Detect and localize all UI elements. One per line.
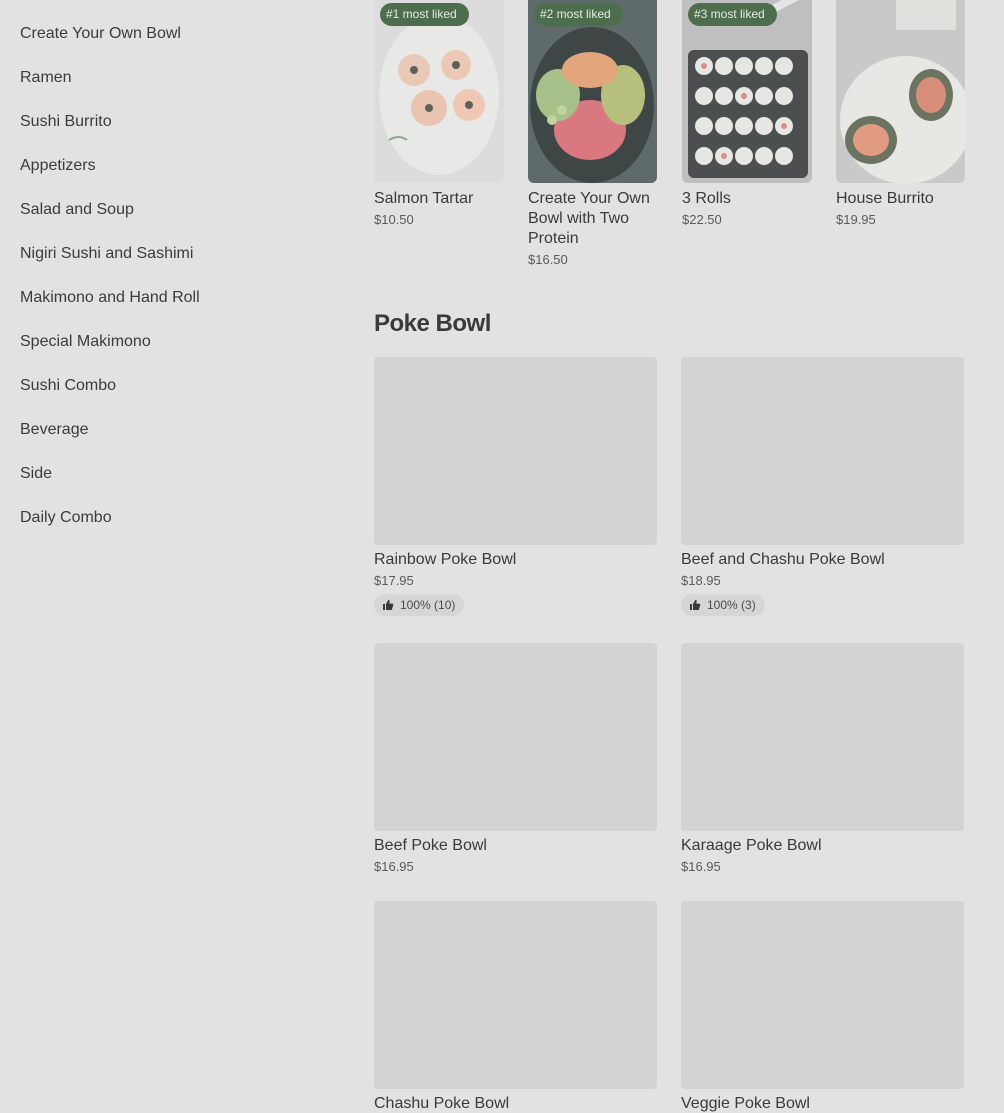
sidebar-item-makimono-and-hand-roll[interactable]: Makimono and Hand Roll [20, 276, 340, 320]
section-title-poke-bowl: Poke Bowl [374, 310, 491, 337]
most-liked-badge: #1 most liked [380, 3, 469, 26]
menu-main: #1 most liked Salmon Tartar $10.50 #2 mo… [374, 0, 966, 1112]
popular-item-card[interactable]: House Burrito $19.95 [836, 0, 966, 267]
menu-item-card[interactable]: Chashu Poke Bowl [374, 901, 657, 1113]
item-name: Beef Poke Bowl [374, 837, 487, 854]
thumbs-up-icon [690, 599, 701, 610]
popular-item-card[interactable]: #2 most liked Create Your Own Bowl with … [528, 0, 658, 267]
item-price: $16.95 [681, 859, 721, 874]
most-liked-carousel: #1 most liked Salmon Tartar $10.50 #2 mo… [374, 0, 966, 267]
item-name: Karaage Poke Bowl [681, 837, 822, 854]
item-price: $22.50 [682, 212, 722, 227]
most-liked-badge: #2 most liked [534, 3, 623, 26]
item-name: Rainbow Poke Bowl [374, 551, 517, 568]
popular-item-card[interactable]: #3 most liked 3 Rolls $22.50 [682, 0, 812, 267]
sidebar-item-beverage[interactable]: Beverage [20, 408, 340, 452]
item-photo-placeholder [681, 643, 964, 831]
item-photo-placeholder [681, 901, 964, 1089]
item-price: $19.95 [836, 212, 876, 227]
menu-item-card[interactable]: Rainbow Poke Bowl $17.95 100% (10) [374, 357, 657, 643]
sidebar-item-appetizers[interactable]: Appetizers [20, 144, 340, 188]
item-name: Beef and Chashu Poke Bowl [681, 551, 885, 568]
category-sidebar: Create Your Own Bowl Ramen Sushi Burrito… [20, 0, 340, 540]
rating-badge: 100% (3) [681, 594, 765, 616]
sidebar-item-sushi-combo[interactable]: Sushi Combo [20, 364, 340, 408]
item-name: Create Your Own Bowl with Two Protein [528, 190, 650, 247]
menu-item-card[interactable]: Beef and Chashu Poke Bowl $18.95 100% (3… [681, 357, 964, 643]
menu-item-card[interactable]: Karaage Poke Bowl $16.95 [681, 643, 964, 901]
sidebar-item-nigiri-sushi-and-sashimi[interactable]: Nigiri Sushi and Sashimi [20, 232, 340, 276]
item-name: Veggie Poke Bowl [681, 1095, 810, 1112]
sidebar-item-salad-and-soup[interactable]: Salad and Soup [20, 188, 340, 232]
item-price: $18.95 [681, 573, 721, 588]
item-name: Chashu Poke Bowl [374, 1095, 510, 1112]
thumbs-up-icon [383, 599, 394, 610]
item-photo-placeholder [374, 357, 657, 545]
most-liked-badge: #3 most liked [688, 3, 777, 26]
sidebar-item-side[interactable]: Side [20, 452, 340, 496]
item-photo: #3 most liked [682, 0, 812, 183]
item-photo-placeholder [681, 357, 964, 545]
item-price: $10.50 [374, 212, 414, 227]
item-name: House Burrito [836, 190, 934, 207]
rating-text: 100% (3) [707, 598, 756, 612]
item-photo [836, 0, 965, 183]
item-price: $17.95 [374, 573, 414, 588]
popular-item-card[interactable]: #1 most liked Salmon Tartar $10.50 [374, 0, 504, 267]
rating-text: 100% (10) [400, 598, 456, 612]
poke-bowl-grid: Rainbow Poke Bowl $17.95 100% (10) Beef … [374, 357, 964, 1113]
rating-badge: 100% (10) [374, 594, 465, 616]
item-price: $16.50 [528, 252, 568, 267]
item-photo-placeholder [374, 901, 657, 1089]
item-photo-placeholder [374, 643, 657, 831]
sidebar-item-ramen[interactable]: Ramen [20, 56, 340, 100]
menu-item-card[interactable]: Veggie Poke Bowl [681, 901, 964, 1113]
menu-item-card[interactable]: Beef Poke Bowl $16.95 [374, 643, 657, 901]
item-photo: #2 most liked [528, 0, 657, 183]
sidebar-item-daily-combo[interactable]: Daily Combo [20, 496, 340, 540]
sidebar-item-sushi-burrito[interactable]: Sushi Burrito [20, 100, 340, 144]
item-photo: #1 most liked [374, 0, 504, 183]
sidebar-item-create-your-own-bowl[interactable]: Create Your Own Bowl [20, 12, 340, 56]
item-name: 3 Rolls [682, 190, 731, 207]
item-price: $16.95 [374, 859, 414, 874]
sidebar-item-special-makimono[interactable]: Special Makimono [20, 320, 340, 364]
item-name: Salmon Tartar [374, 190, 474, 207]
